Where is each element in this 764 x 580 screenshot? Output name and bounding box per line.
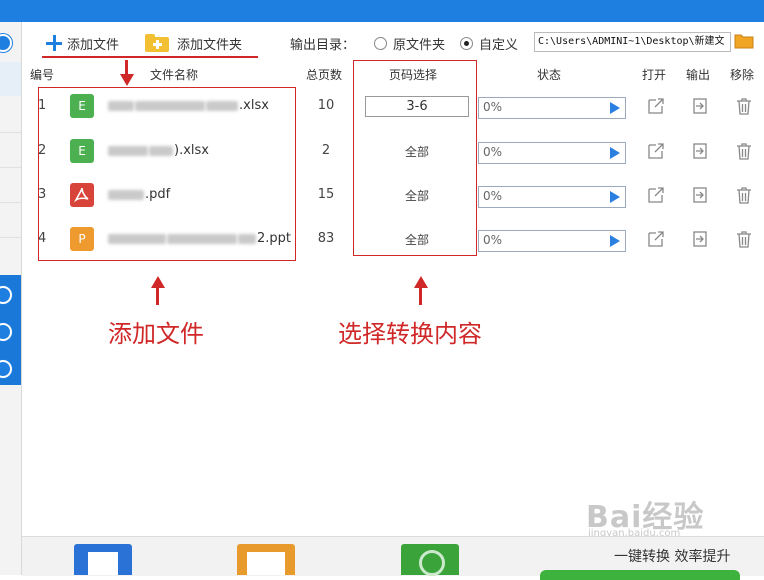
radio-original-folder[interactable]: 原文件夹 bbox=[374, 30, 445, 56]
annotation-arrow bbox=[419, 287, 422, 305]
clean-tile-icon[interactable] bbox=[401, 544, 459, 576]
annotation-arrow bbox=[156, 287, 159, 305]
start-convert-button[interactable] bbox=[540, 570, 740, 580]
progress-bar: 0% bbox=[478, 142, 626, 164]
sidebar-check-icon[interactable] bbox=[0, 34, 12, 52]
word-convert-tile-icon[interactable] bbox=[74, 544, 132, 575]
play-icon[interactable] bbox=[610, 191, 620, 203]
open-external-icon[interactable] bbox=[646, 96, 666, 116]
progress-bar: 0% bbox=[478, 230, 626, 252]
plus-icon bbox=[46, 35, 62, 51]
header-remove: 移除 bbox=[730, 68, 755, 82]
progress-text: 0% bbox=[483, 100, 503, 114]
open-external-icon[interactable] bbox=[646, 229, 666, 249]
progress-text: 0% bbox=[483, 189, 503, 203]
add-file-label: 添加文件 bbox=[67, 37, 120, 53]
progress-text: 0% bbox=[483, 233, 503, 247]
play-icon[interactable] bbox=[610, 147, 620, 159]
annotation-box-files bbox=[38, 87, 296, 261]
total-pages: 2 bbox=[321, 143, 331, 158]
trash-icon[interactable] bbox=[734, 229, 754, 249]
browse-folder-icon[interactable] bbox=[734, 32, 754, 49]
annotation-add-files: 添加文件 bbox=[108, 320, 204, 348]
trash-icon[interactable] bbox=[734, 96, 754, 116]
radio-original-label: 原文件夹 bbox=[393, 37, 446, 53]
sidebar-item-active[interactable] bbox=[0, 62, 21, 96]
annotation-arrow-head bbox=[120, 74, 134, 86]
header-filename: 文件名称 bbox=[150, 68, 199, 82]
total-pages: 83 bbox=[317, 231, 335, 246]
sidebar-divider bbox=[0, 167, 21, 168]
add-folder-label: 添加文件夹 bbox=[177, 37, 243, 53]
open-external-icon[interactable] bbox=[646, 185, 666, 205]
output-icon[interactable] bbox=[690, 141, 710, 161]
total-pages: 10 bbox=[317, 98, 335, 113]
radio-custom-label: 自定义 bbox=[479, 37, 519, 53]
sidebar-divider bbox=[0, 237, 21, 238]
open-external-icon[interactable] bbox=[646, 141, 666, 161]
slogan-text: 一键转换 效率提升 bbox=[614, 549, 731, 565]
window-title-bar bbox=[0, 0, 764, 22]
trash-icon[interactable] bbox=[734, 141, 754, 161]
radio-custom[interactable]: 自定义 bbox=[460, 30, 518, 56]
annotation-select-content: 选择转换内容 bbox=[338, 320, 482, 348]
output-icon[interactable] bbox=[690, 229, 710, 249]
trash-icon[interactable] bbox=[734, 185, 754, 205]
output-icon[interactable] bbox=[690, 185, 710, 205]
header-status: 状态 bbox=[537, 68, 562, 82]
header-open: 打开 bbox=[642, 68, 667, 82]
radio-off-icon bbox=[374, 36, 387, 50]
radio-on-icon bbox=[460, 36, 473, 50]
add-folder-button[interactable]: 添加文件夹 bbox=[145, 30, 242, 56]
header-number: 编号 bbox=[30, 68, 55, 82]
add-folder-icon bbox=[145, 34, 169, 52]
ppt-convert-tile-icon[interactable] bbox=[237, 544, 295, 575]
output-dir-text: 输出目录： bbox=[290, 37, 356, 53]
add-file-button[interactable]: 添加文件 bbox=[46, 30, 119, 56]
header-output: 输出 bbox=[686, 68, 711, 82]
play-icon[interactable] bbox=[610, 102, 620, 114]
output-path-field[interactable]: C:\Users\ADMINI~1\Desktop\新建文 bbox=[534, 32, 731, 52]
output-dir-label: 输出目录： bbox=[290, 30, 355, 56]
play-icon[interactable] bbox=[610, 235, 620, 247]
left-sidebar bbox=[0, 22, 22, 575]
annotation-box-range bbox=[353, 60, 477, 256]
sidebar-divider bbox=[0, 202, 21, 203]
header-total-pages: 总页数 bbox=[306, 68, 343, 82]
progress-text: 0% bbox=[483, 145, 503, 159]
output-icon[interactable] bbox=[690, 96, 710, 116]
total-pages: 15 bbox=[317, 187, 335, 202]
progress-bar: 0% bbox=[478, 97, 626, 119]
sidebar-divider bbox=[0, 132, 21, 133]
annotation-underline bbox=[42, 56, 258, 58]
progress-bar: 0% bbox=[478, 186, 626, 208]
